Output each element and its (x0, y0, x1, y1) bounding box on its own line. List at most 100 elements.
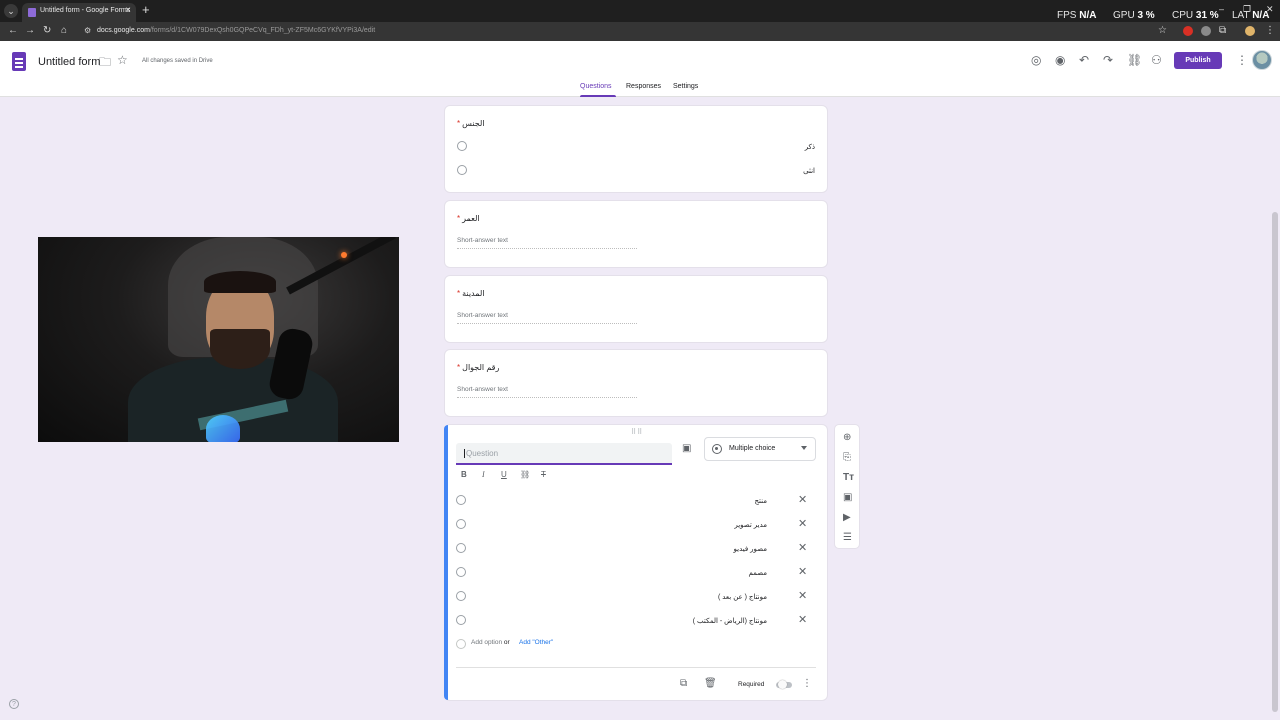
browser-tab-bar: ⌄ Untitled form - Google Forms × + FPS N… (0, 0, 1280, 22)
webcam-logo (206, 415, 240, 442)
question-title: الجنس* (457, 119, 485, 128)
add-video-icon[interactable]: ▶ (843, 512, 851, 523)
address-bar: ← → ↻ ⌂ ⚙ docs.google.com/forms/d/1CW079… (0, 22, 1280, 41)
active-question-card[interactable]: ⠿⠿ Question ▣ Multiple choice B I U ⛓ T … (444, 424, 828, 701)
site-info-icon[interactable]: ⚙ (84, 26, 91, 35)
tab-settings[interactable]: Settings (673, 83, 698, 90)
required-label: Required (738, 681, 765, 688)
option-radio[interactable] (456, 519, 466, 529)
short-answer-placeholder: Short-answer text (457, 386, 637, 398)
option-radio[interactable] (456, 591, 466, 601)
form-title[interactable]: Untitled form (38, 56, 100, 68)
customize-theme-icon[interactable]: ◎ (1031, 53, 1041, 67)
page-scrollbar[interactable] (1272, 212, 1278, 712)
redo-icon[interactable]: ↷ (1103, 53, 1113, 67)
import-questions-icon[interactable]: ⎘ (843, 452, 851, 463)
remove-option-icon[interactable]: ✕ (798, 541, 807, 554)
question-title: العمر* (457, 214, 480, 223)
preview-eye-icon[interactable]: ◉ (1055, 53, 1065, 67)
reload-icon[interactable]: ↻ (43, 25, 51, 36)
extension-icon[interactable] (1201, 26, 1211, 36)
add-option-link[interactable]: Add option or (471, 639, 510, 646)
add-collaborators-icon[interactable]: ⚇ (1151, 53, 1162, 67)
add-section-icon[interactable]: ☰ (843, 532, 852, 543)
active-tab-indicator (580, 95, 616, 97)
question-card-gender[interactable]: الجنس* ذكر انثى (444, 105, 828, 193)
browser-tab[interactable]: Untitled form - Google Forms × (22, 3, 136, 22)
option-radio[interactable] (456, 495, 466, 505)
option-radio[interactable] (457, 165, 467, 175)
add-title-icon[interactable]: Tт (843, 472, 854, 483)
close-tab-icon[interactable]: × (125, 5, 131, 16)
add-image-icon[interactable]: ▣ (843, 492, 852, 503)
underline-icon[interactable]: U (501, 470, 507, 479)
extension-record-icon[interactable] (1183, 26, 1193, 36)
question-type-dropdown[interactable]: Multiple choice (704, 437, 816, 461)
avatar[interactable] (1252, 50, 1272, 70)
question-title: رقم الجوال* (457, 363, 500, 372)
back-icon[interactable]: ← (8, 25, 18, 36)
home-icon[interactable]: ⌂ (61, 25, 67, 36)
copy-link-icon[interactable]: ⛓ (1127, 53, 1142, 67)
webcam-person-hair (204, 271, 276, 293)
option-radio[interactable] (457, 141, 467, 151)
browser-menu-icon[interactable]: ⋮ (1265, 25, 1275, 36)
clear-formatting-icon[interactable]: T (541, 470, 546, 479)
question-card-age[interactable]: العمر* Short-answer text (444, 200, 828, 268)
short-answer-placeholder: Short-answer text (457, 237, 637, 249)
tab-responses[interactable]: Responses (626, 83, 661, 90)
window-close-icon[interactable]: ✕ (1266, 4, 1274, 15)
remove-option-icon[interactable]: ✕ (798, 613, 807, 626)
bookmark-star-icon[interactable]: ☆ (1158, 25, 1167, 36)
italic-icon[interactable]: I (482, 470, 485, 479)
question-more-options-icon[interactable]: ⋮ (802, 678, 812, 689)
option-label[interactable]: مدير تصوير (734, 521, 767, 529)
undo-icon[interactable]: ↶ (1079, 53, 1089, 67)
required-toggle[interactable] (776, 680, 792, 689)
question-input[interactable]: Question (456, 443, 672, 465)
option-label[interactable]: مصور فيديو (734, 545, 767, 553)
publish-button[interactable]: Publish (1174, 52, 1222, 69)
option-label[interactable]: مصمم (748, 569, 767, 577)
add-question-icon[interactable]: ⊕ (843, 432, 851, 443)
option-radio[interactable] (456, 567, 466, 577)
remove-option-icon[interactable]: ✕ (798, 517, 807, 530)
google-forms-logo-icon[interactable] (12, 52, 26, 71)
drag-handle-icon[interactable]: ⠿⠿ (631, 428, 643, 436)
gpu-readout: GPU 3 % (1113, 10, 1155, 21)
webcam-person-beard (210, 329, 270, 369)
delete-trash-icon[interactable]: 🗑 (704, 678, 717, 689)
profile-icon[interactable] (1245, 26, 1255, 36)
url-field[interactable]: docs.google.com/forms/d/1CW079DexQsh0GQP… (97, 27, 375, 34)
remove-option-icon[interactable]: ✕ (798, 565, 807, 578)
remove-option-icon[interactable]: ✕ (798, 589, 807, 602)
question-card-phone[interactable]: رقم الجوال* Short-answer text (444, 349, 828, 417)
short-answer-placeholder: Short-answer text (457, 312, 637, 324)
add-other-link[interactable]: Add "Other" (519, 639, 553, 646)
more-options-icon[interactable]: ⋮ (1236, 53, 1248, 67)
extensions-puzzle-icon[interactable]: ⧉ (1219, 25, 1226, 36)
remove-option-icon[interactable]: ✕ (798, 493, 807, 506)
option-radio[interactable] (456, 615, 466, 625)
radio-type-icon (712, 444, 722, 454)
option-radio[interactable] (456, 543, 466, 553)
new-tab-icon[interactable]: + (142, 2, 150, 17)
add-image-icon[interactable]: ▣ (682, 443, 691, 454)
tab-search-icon[interactable]: ⌄ (4, 4, 18, 18)
question-card-city[interactable]: المدينة* Short-answer text (444, 275, 828, 343)
option-label[interactable]: مونتاج (الرياض - المكتب ) (693, 617, 767, 625)
option-label: انثى (803, 168, 815, 175)
star-icon[interactable]: ☆ (117, 53, 128, 67)
bold-icon[interactable]: B (461, 470, 467, 479)
option-label[interactable]: منتج (755, 497, 768, 505)
floating-toolbar: ⊕ ⎘ Tт ▣ ▶ ☰ (834, 424, 860, 549)
link-icon[interactable]: ⛓ (520, 470, 530, 479)
help-icon[interactable]: ? (9, 699, 19, 709)
duplicate-icon[interactable]: ⧉ (680, 678, 687, 689)
tab-questions[interactable]: Questions (580, 83, 612, 90)
maximize-icon[interactable]: ❐ (1243, 4, 1251, 15)
option-label[interactable]: مونتاج ( عن بعد ) (718, 593, 767, 601)
minimize-icon[interactable]: – (1219, 4, 1224, 14)
move-to-folder-icon[interactable]: 🗀 (99, 53, 111, 74)
forward-icon[interactable]: → (25, 25, 35, 36)
